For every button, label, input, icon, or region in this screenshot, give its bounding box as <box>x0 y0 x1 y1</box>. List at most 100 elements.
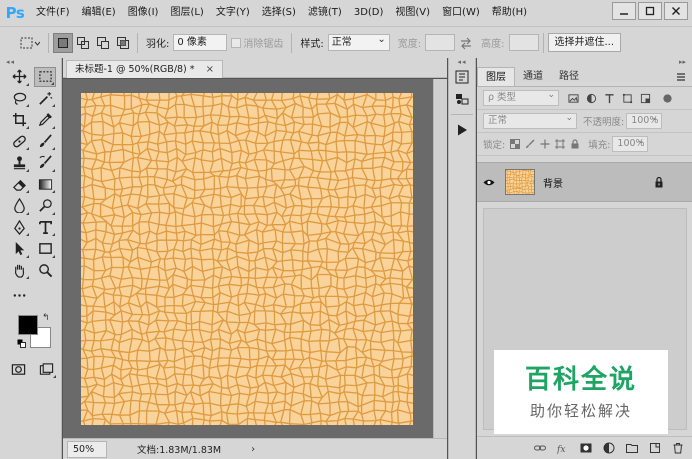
menu-image[interactable]: 图像(I) <box>122 0 165 26</box>
rectangular-marquee-tool[interactable] <box>34 66 56 87</box>
swap-colors-icon[interactable]: ↰ <box>42 313 50 323</box>
filter-smart-object-button[interactable] <box>637 90 653 106</box>
subtract-selection-icon <box>97 36 109 49</box>
width-input[interactable] <box>425 34 456 51</box>
layer-row-background[interactable]: 背景 <box>477 162 692 202</box>
menu-filter[interactable]: 滤镜(T) <box>302 0 348 26</box>
document-size-info[interactable]: 文档:1.83M/1.83M <box>137 442 221 456</box>
menu-3d[interactable]: 3D(D) <box>348 0 390 26</box>
menu-select[interactable]: 选择(S) <box>256 0 302 26</box>
history-panel-button[interactable] <box>449 66 475 88</box>
document-tab[interactable]: 未标题-1 @ 50%(RGB/8) * × <box>66 60 223 78</box>
eraser-tool[interactable] <box>8 174 30 194</box>
layer-style-button[interactable]: fx <box>556 442 569 455</box>
filter-type-button[interactable] <box>601 90 617 106</box>
new-layer-button[interactable] <box>648 442 661 455</box>
fill-field[interactable]: 100% <box>612 134 649 152</box>
brush-tool[interactable] <box>34 131 56 151</box>
type-tool[interactable] <box>34 217 56 237</box>
hand-tool[interactable] <box>8 260 30 280</box>
dodge-tool[interactable] <box>34 196 56 216</box>
crop-tool[interactable] <box>8 110 30 130</box>
close-button[interactable] <box>664 2 688 20</box>
swap-dimensions-button[interactable] <box>455 33 477 53</box>
move-tool[interactable] <box>8 67 30 87</box>
link-layers-button[interactable] <box>533 442 546 455</box>
intersect-selection-button[interactable] <box>113 33 133 53</box>
lock-pixels-button[interactable] <box>522 137 537 152</box>
eyedropper-tool[interactable] <box>34 110 56 130</box>
path-selection-tool[interactable] <box>8 239 30 259</box>
vertical-scrollbar[interactable] <box>433 79 447 438</box>
rectangle-tool[interactable] <box>34 239 56 259</box>
lock-fill-row: 锁定: 填充: 100% <box>477 133 692 156</box>
screen-mode-button[interactable] <box>36 359 58 379</box>
lasso-tool[interactable] <box>8 88 30 108</box>
pen-tool[interactable] <box>8 217 30 237</box>
lock-artboard-button[interactable] <box>552 137 567 152</box>
lock-all-button[interactable] <box>567 137 582 152</box>
magic-wand-tool[interactable] <box>34 88 56 108</box>
actions-panel-button[interactable] <box>449 119 475 141</box>
panel-grip[interactable]: ◂◂ <box>0 58 61 66</box>
properties-panel-button[interactable] <box>449 88 475 110</box>
menu-view[interactable]: 视图(V) <box>389 0 436 26</box>
new-selection-button[interactable] <box>53 32 73 53</box>
document-canvas[interactable] <box>81 93 413 425</box>
pen-icon <box>13 219 25 235</box>
tab-layers[interactable]: 图层 <box>477 67 515 86</box>
lock-position-button[interactable] <box>537 137 552 152</box>
filter-pixel-button[interactable] <box>565 90 581 106</box>
zoom-tool[interactable] <box>34 260 56 280</box>
menu-help[interactable]: 帮助(H) <box>486 0 533 26</box>
gradient-tool[interactable] <box>34 174 56 194</box>
minimize-button[interactable] <box>612 2 636 20</box>
panel-menu-icon[interactable] <box>676 72 686 82</box>
add-to-selection-button[interactable] <box>73 33 93 53</box>
clone-stamp-tool[interactable] <box>8 153 30 173</box>
blur-tool[interactable] <box>8 196 30 216</box>
subtract-selection-button[interactable] <box>93 33 113 53</box>
antialias-checkbox[interactable] <box>231 37 242 48</box>
tab-paths[interactable]: 路径 <box>551 67 587 86</box>
opacity-field[interactable]: 100% <box>626 111 663 129</box>
new-group-button[interactable] <box>625 442 638 455</box>
rectangle-icon <box>38 243 52 255</box>
menu-layer[interactable]: 图层(L) <box>164 0 209 26</box>
quick-mask-button[interactable] <box>8 359 30 379</box>
add-mask-button[interactable] <box>579 442 592 455</box>
foreground-color-swatch[interactable] <box>18 314 38 335</box>
filter-kind-select[interactable]: ρ 类型 <box>483 88 559 106</box>
history-brush-tool[interactable] <box>34 153 56 173</box>
layer-visibility-toggle[interactable] <box>477 178 501 187</box>
default-colors-icon[interactable] <box>17 339 26 348</box>
style-select[interactable]: 正常 <box>327 32 390 51</box>
select-and-mask-button[interactable]: 选择并遮住... <box>547 33 622 52</box>
close-tab-icon[interactable]: × <box>206 64 214 75</box>
status-menu-arrow[interactable]: › <box>251 444 255 455</box>
maximize-button[interactable] <box>638 2 662 20</box>
blend-mode-select[interactable]: 正常 <box>483 111 577 129</box>
panel-grip[interactable]: ◂◂ <box>449 58 475 66</box>
filter-toggle-icon <box>662 93 672 103</box>
edit-toolbar-button[interactable] <box>8 286 30 306</box>
lock-transparent-button[interactable] <box>507 137 522 152</box>
menu-window[interactable]: 窗口(W) <box>436 0 486 26</box>
zoom-level-field[interactable]: 50% <box>67 440 107 458</box>
move-icon <box>12 69 26 84</box>
delete-layer-button[interactable] <box>671 442 684 455</box>
menu-file[interactable]: 文件(F) <box>30 0 76 26</box>
healing-brush-tool[interactable] <box>8 131 30 151</box>
height-input[interactable] <box>508 34 539 51</box>
brush-lock-icon <box>525 139 535 148</box>
menu-edit[interactable]: 编辑(E) <box>76 0 122 26</box>
filter-toggle-button[interactable] <box>659 90 675 106</box>
tab-channels[interactable]: 通道 <box>515 67 551 86</box>
feather-input[interactable]: 0 像素 <box>173 34 228 51</box>
tool-preset-picker[interactable] <box>16 33 44 53</box>
panel-grip[interactable]: ▸▸ <box>477 58 692 67</box>
filter-adjustment-button[interactable] <box>583 90 599 106</box>
new-adjustment-layer-button[interactable] <box>602 442 615 455</box>
filter-shape-button[interactable] <box>619 90 635 106</box>
menu-type[interactable]: 文字(Y) <box>210 0 256 26</box>
